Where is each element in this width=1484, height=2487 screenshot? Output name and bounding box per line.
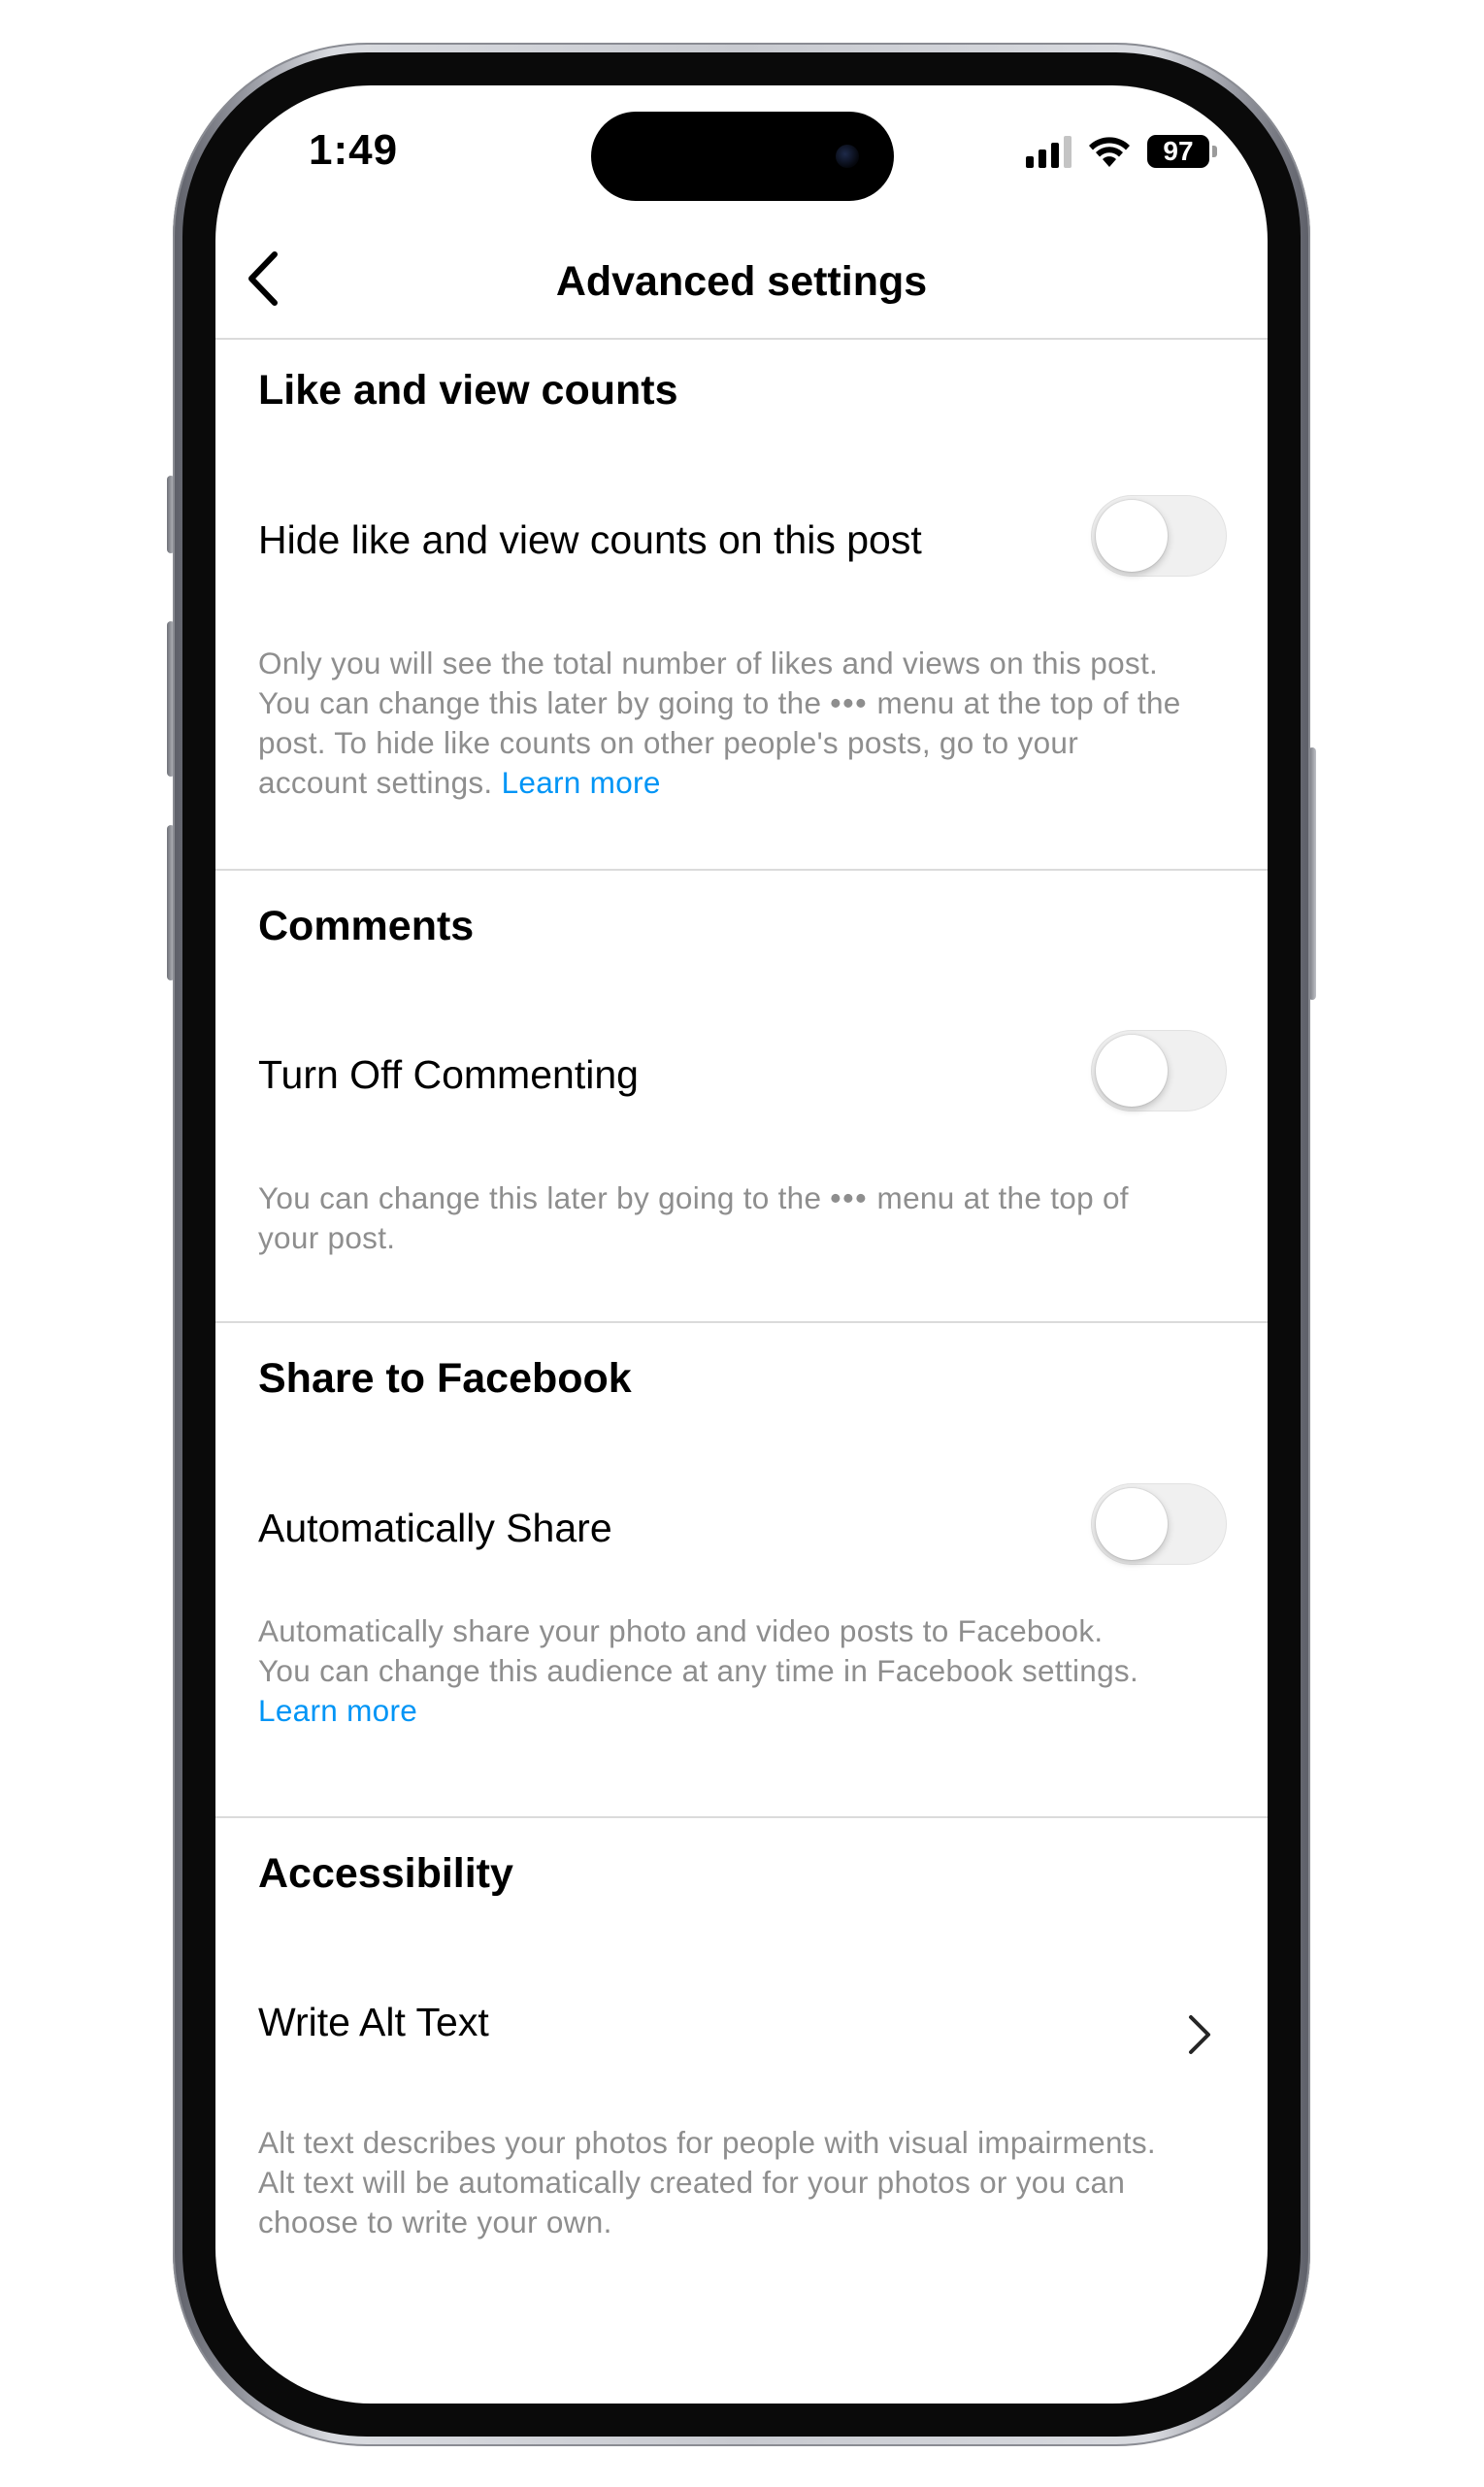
alt-text-description: Alt text describes your photos for peopl… — [258, 2123, 1229, 2242]
section-title-accessibility: Accessibility — [258, 1850, 513, 1897]
write-alt-text-label[interactable]: Write Alt Text — [258, 2000, 489, 2045]
cellular-signal-icon — [1026, 135, 1072, 168]
desc-line: Automatically share your photo and video… — [258, 1613, 1104, 1648]
automatically-share-toggle[interactable] — [1091, 1483, 1227, 1565]
status-indicators: 97 — [1026, 130, 1217, 173]
desc-line: Alt text describes your photos for peopl… — [258, 2125, 1156, 2160]
section-title-share-facebook: Share to Facebook — [258, 1355, 632, 1402]
write-alt-text-button[interactable] — [1171, 2006, 1229, 2064]
wifi-icon — [1089, 137, 1130, 167]
page-title: Advanced settings — [555, 258, 928, 305]
section-divider — [215, 1816, 1268, 1818]
desc-line: your post. — [258, 1220, 396, 1255]
desc-line: Alt text will be automatically created f… — [258, 2165, 1126, 2200]
toggle-knob — [1096, 500, 1168, 572]
desc-line: post. To hide like counts on other peopl… — [258, 725, 1079, 760]
hide-counts-label: Hide like and view counts on this post — [258, 517, 922, 562]
hide-counts-description: Only you will see the total number of li… — [258, 644, 1229, 803]
more-dots-icon: ••• — [830, 1180, 869, 1215]
desc-text: You can change this later by going to th… — [258, 1180, 822, 1215]
nav-header: Advanced settings — [215, 221, 1268, 340]
desc-line: You can change this audience at any time… — [258, 1653, 1139, 1688]
desc-line: You can change this later by going to th… — [258, 683, 1229, 723]
desc-line: choose to write your own. — [258, 2205, 612, 2239]
desc-line: Learn more — [258, 1691, 1229, 1731]
section-title-comments: Comments — [258, 903, 475, 949]
learn-more-link[interactable]: Learn more — [502, 765, 661, 800]
automatically-share-label: Automatically Share — [258, 1506, 612, 1550]
more-dots-icon: ••• — [830, 685, 869, 720]
desc-text: menu at the top of — [876, 1180, 1129, 1215]
desc-line: You can change this later by going to th… — [258, 1178, 1229, 1218]
desc-line: account settings. Learn more — [258, 763, 1229, 803]
chevron-right-icon — [1189, 2015, 1210, 2054]
stage: 1:49 97 Advanced settings Like and view … — [0, 0, 1484, 2487]
hide-counts-toggle[interactable] — [1091, 495, 1227, 577]
learn-more-link[interactable]: Learn more — [258, 1693, 417, 1728]
section-divider — [215, 869, 1268, 871]
commenting-description: You can change this later by going to th… — [258, 1178, 1229, 1258]
turn-off-commenting-toggle[interactable] — [1091, 1030, 1227, 1111]
front-camera-icon — [836, 145, 859, 168]
desc-line: Only you will see the total number of li… — [258, 646, 1159, 680]
turn-off-commenting-label: Turn Off Commenting — [258, 1052, 639, 1097]
status-time: 1:49 — [309, 126, 399, 174]
toggle-knob — [1096, 1035, 1168, 1107]
phone-screen: 1:49 97 Advanced settings Like and view … — [215, 85, 1268, 2404]
section-divider — [215, 1321, 1268, 1323]
desc-text: account settings. — [258, 765, 493, 800]
battery-indicator: 97 — [1147, 135, 1217, 168]
facebook-description: Automatically share your photo and video… — [258, 1611, 1229, 1731]
toggle-knob — [1096, 1488, 1168, 1560]
desc-text: menu at the top of the — [876, 685, 1181, 720]
section-title-like-view-counts: Like and view counts — [258, 367, 678, 414]
desc-text: You can change this later by going to th… — [258, 685, 822, 720]
dynamic-island — [591, 112, 894, 201]
battery-tip — [1212, 146, 1217, 157]
battery-icon: 97 — [1147, 135, 1209, 168]
